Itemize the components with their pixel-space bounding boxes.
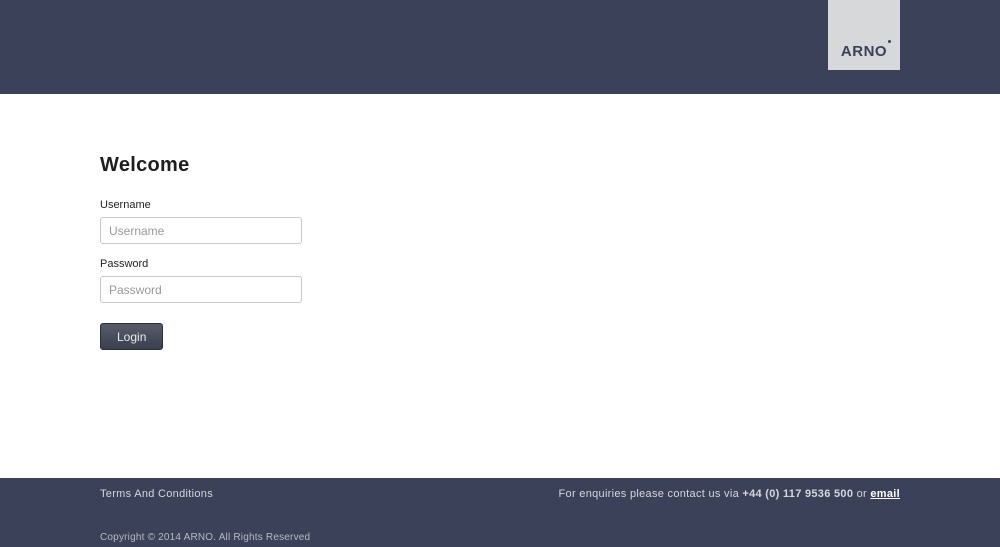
page-title: Welcome	[100, 154, 1000, 177]
enquiry-or: or	[853, 488, 870, 500]
password-input[interactable]	[100, 276, 302, 303]
enquiry-text: For enquiries please contact us via +44 …	[559, 488, 900, 500]
password-group: Password	[100, 258, 1000, 303]
password-label: Password	[100, 258, 1000, 270]
brand-logo: ARNO	[828, 0, 900, 70]
brand-logo-text: ARNO	[841, 43, 887, 60]
main-content: Welcome Username Password Login	[0, 94, 1000, 478]
copyright-text: Copyright © 2014 ARNO. All Rights Reserv…	[100, 532, 310, 543]
terms-link[interactable]: Terms And Conditions	[100, 488, 213, 500]
email-link[interactable]: email	[870, 488, 900, 500]
username-group: Username	[100, 199, 1000, 244]
enquiry-phone: +44 (0) 117 9536 500	[742, 488, 853, 500]
login-button[interactable]: Login	[100, 323, 163, 350]
username-label: Username	[100, 199, 1000, 211]
enquiry-prefix: For enquiries please contact us via	[559, 488, 743, 500]
username-input[interactable]	[100, 217, 302, 244]
page-header: ARNO	[0, 0, 1000, 94]
footer-row: Terms And Conditions For enquiries pleas…	[100, 488, 900, 500]
page-footer: Terms And Conditions For enquiries pleas…	[0, 478, 1000, 547]
